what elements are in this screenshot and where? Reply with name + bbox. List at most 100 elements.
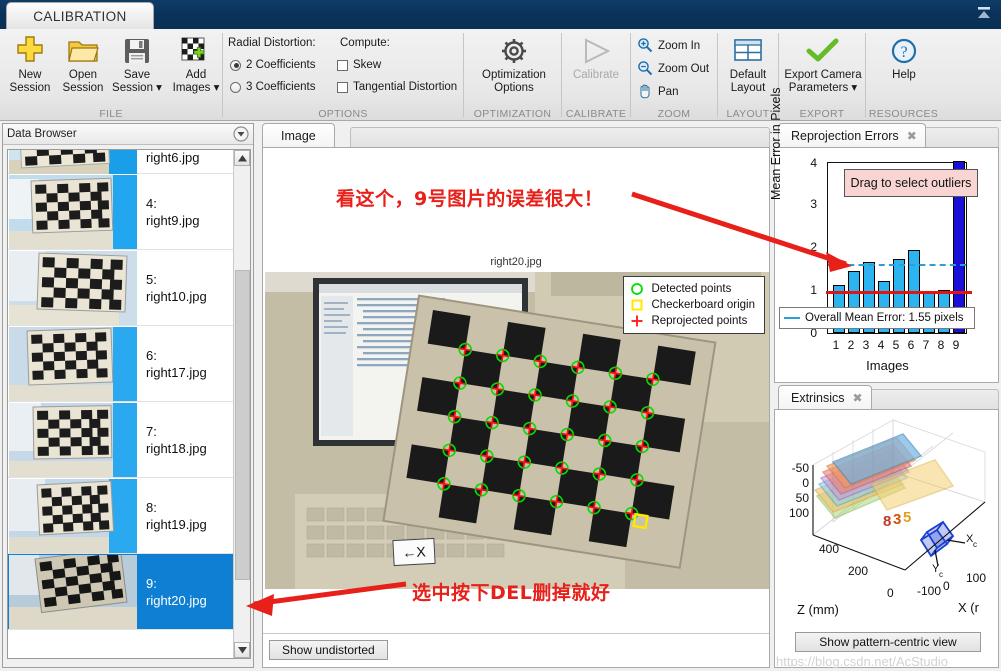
add-images-button[interactable]: Add Images ▾ — [166, 33, 226, 103]
question-circle-icon: ? — [890, 33, 918, 69]
tab-calibration-label: CALIBRATION — [33, 8, 127, 24]
chevron-down-icon[interactable]: ▾ — [851, 82, 857, 94]
list-item[interactable]: 3: right6.jpg — [8, 150, 234, 186]
scroll-up-button[interactable] — [234, 150, 250, 166]
chevron-down-circle-icon[interactable] — [233, 126, 249, 142]
chart-xlabel: Images — [866, 358, 909, 373]
calibrate-button[interactable]: Calibrate — [567, 33, 625, 103]
checkbox-skew[interactable]: Skew — [337, 59, 381, 71]
export-camera-parameters-button[interactable]: Export Camera Parameters ▾ — [781, 33, 865, 103]
open-session-line1: Open — [68, 69, 98, 81]
ztick-400: 400 — [819, 542, 839, 556]
xtick-8: 8 — [937, 338, 945, 352]
list-item[interactable]: 8: right19.jpg — [8, 478, 234, 554]
zoom-in-button[interactable]: Zoom In — [637, 35, 700, 57]
x-axis-label: X (r — [958, 600, 980, 615]
mean-error-legend: Overall Mean Error: 1.55 pixels — [779, 307, 975, 329]
optimization-options-button[interactable]: Optimization Options — [478, 33, 550, 103]
svg-text:8: 8 — [883, 513, 891, 530]
ribbon-toolbar: New Session Open Session Save Session ▾ … — [0, 29, 1001, 121]
annotation-top-arrow — [631, 191, 852, 272]
title-bar: CALIBRATION — [0, 0, 1001, 29]
tab-calibration[interactable]: CALIBRATION — [6, 2, 154, 29]
add-images-line2: Images ▾ — [172, 82, 220, 94]
z-axis-label: Z (mm) — [797, 602, 839, 617]
scrollbar-thumb[interactable] — [235, 270, 250, 580]
ribbon-group-label-export: EXPORT — [799, 108, 845, 120]
save-icon — [123, 33, 151, 69]
radio-3-coefficients[interactable]: 3 Coefficients — [230, 81, 315, 93]
extrinsics-panel: Extrinsics ✖ 8 3 5 X c Y c -50 0 50 100 … — [774, 385, 999, 668]
annotation-bottom-text: 选中按下DEL删掉就好 — [412, 582, 611, 604]
close-icon[interactable]: ✖ — [907, 129, 917, 143]
tab-image-label: Image — [281, 128, 316, 143]
list-item[interactable]: 5: right10.jpg — [8, 250, 234, 326]
show-pattern-centric-view-button[interactable]: Show pattern-centric view — [795, 632, 981, 652]
ytick--50: -50 — [792, 461, 810, 475]
ztick-200: 200 — [848, 564, 868, 578]
radio-2-coefficients-label: 2 Coefficients — [246, 59, 316, 71]
show-undistorted-label: Show undistorted — [282, 643, 375, 657]
image-list[interactable]: 3: right6.jpg — [7, 149, 251, 659]
svg-text:c: c — [939, 570, 943, 579]
chevron-down-icon[interactable]: ▾ — [156, 82, 162, 94]
show-undistorted-button[interactable]: Show undistorted — [269, 640, 388, 660]
list-item[interactable]: 4: right9.jpg — [8, 174, 234, 250]
thumbnail — [9, 326, 137, 401]
chevron-down-icon[interactable]: ▾ — [214, 82, 220, 94]
list-item-selected[interactable]: 9: right20.jpg — [8, 554, 234, 630]
tab-image[interactable]: Image — [262, 123, 335, 147]
ytick-50: 50 — [796, 491, 810, 505]
minimize-ribbon-icon[interactable] — [973, 3, 995, 23]
radio-indicator-off — [230, 81, 241, 93]
list-item-label: 7: right18.jpg — [146, 423, 207, 457]
checkbox-tangential-label: Tangential Distortion — [353, 81, 458, 93]
radio-indicator-on — [230, 59, 241, 71]
default-layout-button[interactable]: Default Layout — [720, 33, 776, 103]
extrinsics-3d-plot[interactable]: 8 3 5 X c Y c -50 0 50 100 400 200 0 -10… — [775, 410, 998, 625]
radio-2-coefficients[interactable]: 2 Coefficients — [230, 59, 315, 71]
list-item-filename: right18.jpg — [146, 440, 207, 456]
legend-row-origin: Checkerboard origin — [630, 297, 755, 313]
thumbnail — [9, 174, 137, 249]
save-session-line1: Save — [123, 69, 151, 81]
list-item[interactable]: 6: right17.jpg — [8, 326, 234, 402]
checkbox-tangential-distortion[interactable]: Tangential Distortion — [337, 81, 457, 93]
ribbon-group-zoom: Zoom In Zoom Out Pan ZOOM — [631, 29, 717, 121]
compute-title: Compute: — [340, 37, 390, 49]
tab-extrinsics[interactable]: Extrinsics ✖ — [778, 385, 872, 409]
open-session-button[interactable]: Open Session — [55, 33, 111, 103]
annotation-top-text: 看这个，9号图片的误差很大！ — [336, 188, 604, 210]
xtick-0: 0 — [943, 579, 950, 593]
tab-extrinsics-label: Extrinsics — [791, 390, 845, 405]
list-item-index: 7: — [146, 423, 157, 439]
xtick-5: 5 — [892, 338, 900, 352]
pan-button[interactable]: Pan — [637, 81, 678, 103]
help-button[interactable]: ? Help — [876, 33, 932, 103]
red-plus-icon — [631, 315, 643, 327]
default-layout-line1: Default — [729, 69, 767, 81]
checkbox-indicator — [337, 81, 348, 93]
close-icon[interactable]: ✖ — [852, 391, 862, 405]
calibration-image[interactable]: Detected points Checkerboard origin Repr… — [265, 272, 769, 589]
extrinsics-panel-body: 8 3 5 X c Y c -50 0 50 100 400 200 0 -10… — [774, 409, 999, 668]
tab-reprojection-errors[interactable]: Reprojection Errors ✖ — [778, 123, 926, 147]
list-item[interactable]: 7: right18.jpg — [8, 402, 234, 478]
save-session-button[interactable]: Save Session ▾ — [105, 33, 169, 103]
zoom-out-button[interactable]: Zoom Out — [637, 58, 709, 80]
list-item-label: 6: right17.jpg — [146, 347, 207, 381]
open-session-line2: Session — [62, 82, 104, 94]
ribbon-group-label-zoom: ZOOM — [657, 108, 691, 120]
new-session-button[interactable]: New Session — [2, 33, 58, 103]
checkbox-skew-label: Skew — [353, 59, 382, 71]
list-item-label: 4: right9.jpg — [146, 195, 199, 229]
folder-icon — [66, 33, 100, 69]
ribbon-group-label-options: OPTIONS — [318, 108, 368, 120]
optimization-options-line1: Optimization — [482, 69, 546, 81]
save-session-line2: Session ▾ — [112, 82, 162, 94]
list-item-label: 8: right19.jpg — [146, 499, 207, 533]
mean-line-swatch — [784, 317, 800, 319]
ribbon-group-label-optimization: OPTIMIZATION — [473, 108, 552, 120]
scroll-down-button[interactable] — [234, 642, 250, 658]
svg-text:3: 3 — [893, 511, 901, 528]
